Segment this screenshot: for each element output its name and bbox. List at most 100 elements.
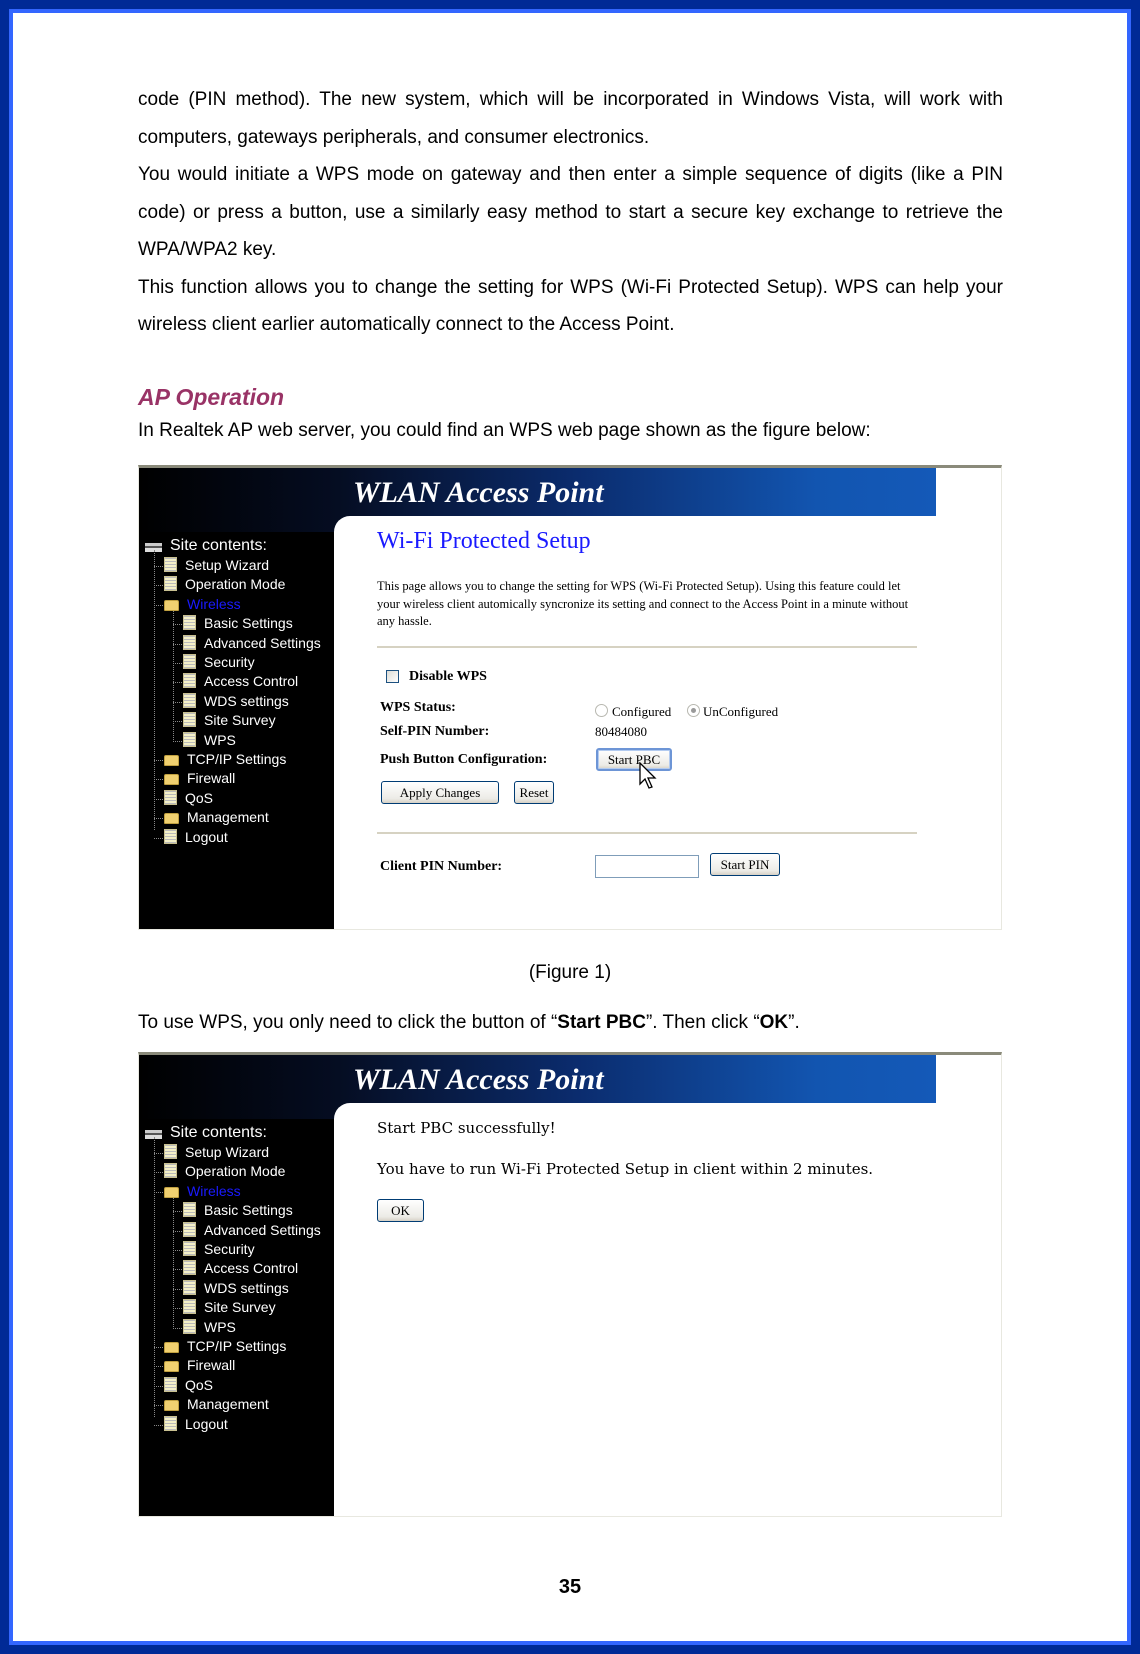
configured-radio[interactable]	[595, 704, 608, 717]
sidebar-item-label: TCP/IP Settings	[187, 1338, 287, 1354]
figure-1-screenshot: WLAN Access Point Site contents: Setup Wi…	[138, 465, 1002, 930]
sidebar-item-access-control[interactable]: Access Control	[183, 1259, 298, 1278]
wps-description: This page allows you to change the setti…	[377, 579, 909, 628]
disable-wps-checkbox[interactable]	[386, 670, 399, 683]
page-icon	[164, 789, 177, 805]
sidebar-item-label: Site Survey	[204, 1299, 276, 1316]
instruction-start-pbc: Start PBC	[557, 1012, 646, 1033]
instruction-ok: OK	[759, 1012, 789, 1033]
sidebar-item-advanced-settings[interactable]: Advanced Settings	[183, 1221, 321, 1240]
tree-connector	[154, 585, 163, 587]
tree-connector	[173, 682, 182, 684]
page-icon	[183, 1260, 196, 1276]
sidebar-item-site-survey[interactable]: Site Survey	[183, 1298, 276, 1317]
sidebar-item-tcp-ip-settings[interactable]: TCP/IP Settings	[164, 1337, 286, 1356]
sidebar-item-operation-mode[interactable]: Operation Mode	[164, 1162, 285, 1181]
sidebar-item-operation-mode[interactable]: Operation Mode	[164, 575, 285, 594]
page-icon	[183, 1299, 196, 1315]
page-icon	[164, 1376, 177, 1392]
sidebar-item-label: Management	[187, 809, 269, 826]
sidebar-item-wireless[interactable]: Wireless	[164, 595, 241, 614]
tree-connector	[154, 1137, 155, 1417]
unconfigured-radio[interactable]	[687, 704, 700, 717]
sidebar-item-label: Wireless	[187, 595, 241, 612]
sidebar-item-wps[interactable]: WPS	[183, 1318, 236, 1337]
divider	[377, 832, 917, 834]
sidebar-item-firewall[interactable]: Firewall	[164, 1356, 235, 1375]
sidebar-item-management[interactable]: Management	[164, 1395, 269, 1414]
sidebar-item-qos[interactable]: QoS	[164, 789, 213, 808]
sidebar-item-wps[interactable]: WPS	[183, 731, 236, 750]
tree-connector	[154, 818, 163, 820]
page-icon	[164, 576, 177, 592]
paragraph-3: This function allows you to change the s…	[138, 276, 1003, 336]
page-icon	[183, 654, 196, 669]
reset-button[interactable]: Reset	[514, 781, 554, 804]
sidebar-item-wireless[interactable]: Wireless	[164, 1182, 241, 1201]
sidebar-item-basic-settings[interactable]: Basic Settings	[183, 614, 293, 633]
tree-connector	[173, 1250, 182, 1251]
sidebar-item-security[interactable]: Security	[183, 653, 255, 672]
sidebar-item-label: WPS	[204, 1318, 236, 1335]
sidebar-item-label: Advanced Settings	[204, 1221, 321, 1238]
tree-connector	[154, 566, 163, 567]
mouse-cursor-icon	[639, 762, 657, 789]
sidebar-item-access-control[interactable]: Access Control	[183, 672, 298, 691]
sidebar-item-site-survey[interactable]: Site Survey	[183, 711, 276, 730]
sidebar-item-label: Setup Wizard	[185, 1144, 270, 1160]
sidebar-item-firewall[interactable]: Firewall	[164, 769, 235, 788]
start-pbc-button[interactable]: Start PBC	[596, 748, 672, 771]
tree-connector	[154, 798, 163, 800]
page-icon	[183, 731, 196, 747]
self-pin-label: Self-PIN Number:	[380, 724, 490, 739]
push-button-config-label: Push Button Configuration:	[380, 752, 548, 767]
paragraph-1: code (PIN method). The new system, which…	[138, 89, 1003, 148]
sidebar-item-label: QoS	[185, 789, 214, 806]
sidebar-item-logout[interactable]: Logout	[164, 1415, 228, 1434]
sidebar-item-label: Security	[204, 1241, 255, 1257]
client-pin-label: Client PIN Number:	[380, 859, 503, 874]
instruction-text: To use WPS, you only need to click the b…	[138, 1012, 800, 1034]
sidebar-item-logout[interactable]: Logout	[164, 828, 228, 847]
folder-icon	[164, 813, 179, 825]
paragraph-2: You would initiate a WPS mode on gateway…	[138, 164, 1003, 260]
sidebar-item-management[interactable]: Management	[164, 808, 269, 827]
folder-icon	[164, 1400, 179, 1412]
site-contents-root: Site contents:	[145, 536, 267, 555]
sidebar-item-label: Operation Mode	[185, 576, 286, 593]
ok-button[interactable]: OK	[377, 1199, 424, 1222]
sidebar-item-label: QoS	[185, 1376, 214, 1393]
site-contents-root: Site contents:	[145, 1123, 267, 1142]
start-pin-button[interactable]: Start PIN	[710, 853, 780, 876]
sidebar-item-tcp-ip-settings[interactable]: TCP/IP Settings	[164, 750, 286, 769]
sidebar-item-label: Basic Settings	[204, 615, 293, 632]
instruction-suffix: ”.	[788, 1012, 800, 1033]
tree-connector	[173, 1327, 182, 1329]
sidebar-item-label: Firewall	[187, 1357, 236, 1374]
page-icon	[183, 1241, 196, 1256]
tree-connector	[173, 1308, 182, 1310]
tree-connector	[154, 779, 163, 781]
sidebar-item-security[interactable]: Security	[183, 1240, 255, 1259]
tree-connector	[154, 837, 163, 839]
sidebar-item-basic-settings[interactable]: Basic Settings	[183, 1201, 293, 1220]
sidebar-item-setup-wizard[interactable]: Setup Wizard	[164, 1143, 269, 1162]
page-icon	[183, 634, 196, 650]
sidebar-item-label: Setup Wizard	[185, 557, 270, 573]
configured-radio-label: Configured	[612, 704, 672, 719]
open-folder-icon	[164, 599, 179, 611]
tree-connector	[173, 643, 182, 645]
apply-changes-button[interactable]: Apply Changes	[381, 781, 499, 804]
sidebar-item-wds-settings[interactable]: WDS settings	[183, 1279, 289, 1298]
sidebar-item-qos[interactable]: QoS	[164, 1376, 213, 1395]
client-pin-input[interactable]	[595, 855, 699, 878]
sidebar-item-label: Wireless	[187, 1182, 241, 1199]
sidebar-item-label: Access Control	[204, 1260, 299, 1277]
sidebar-item-setup-wizard[interactable]: Setup Wizard	[164, 556, 269, 575]
disable-wps-label: Disable WPS	[409, 669, 487, 684]
tree-connector	[154, 604, 163, 606]
sidebar-item-wds-settings[interactable]: WDS settings	[183, 692, 289, 711]
sidebar-item-advanced-settings[interactable]: Advanced Settings	[183, 634, 321, 653]
section-heading: AP Operation	[138, 384, 285, 410]
page-icon	[164, 1144, 177, 1159]
